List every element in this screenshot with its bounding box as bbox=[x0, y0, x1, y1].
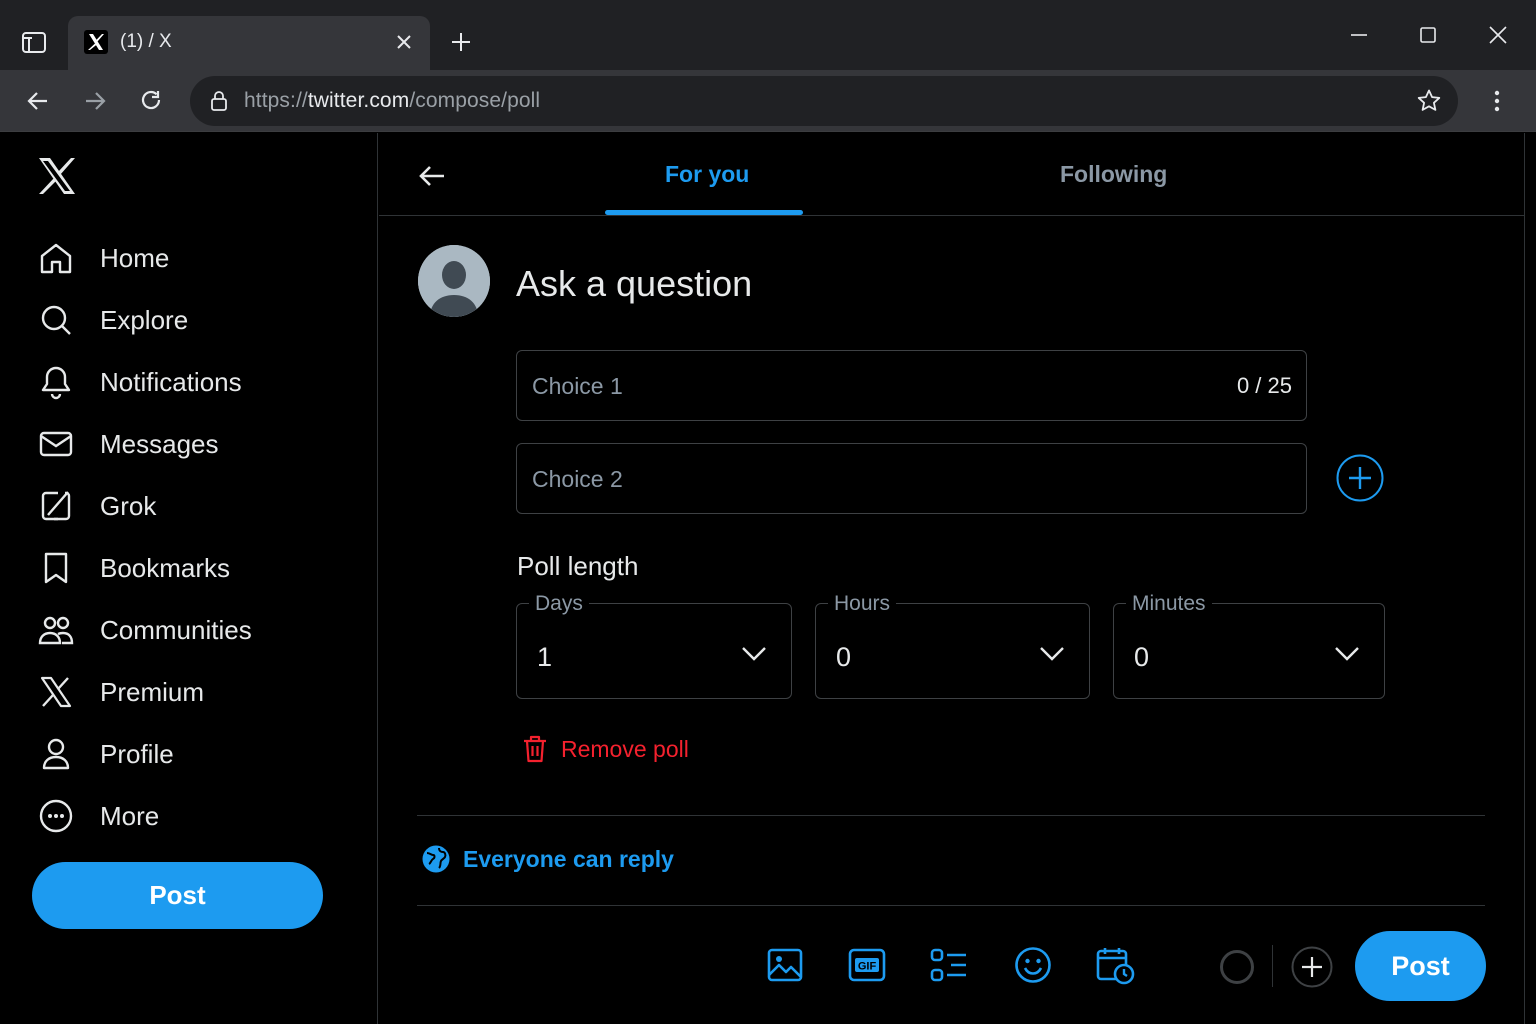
close-window-icon[interactable] bbox=[1488, 25, 1508, 45]
sidebar-item-label: More bbox=[100, 800, 160, 831]
address-bar[interactable]: https://twitter.com/compose/poll bbox=[190, 76, 1458, 126]
remove-poll-button[interactable]: Remove poll bbox=[521, 734, 689, 764]
default-avatar-icon bbox=[418, 245, 490, 317]
sidebar-post-button[interactable]: Post bbox=[32, 862, 323, 929]
sidebar-item-notifications[interactable]: Notifications bbox=[36, 357, 242, 407]
reply-setting-button[interactable]: Everyone can reply bbox=[421, 844, 674, 874]
browser-titlebar: (1) / X bbox=[0, 0, 1536, 70]
browser-menu-icon[interactable] bbox=[1486, 88, 1508, 114]
main-column: For you Following Ask a question Choice … bbox=[379, 133, 1525, 1024]
sidebar-item-label: Profile bbox=[100, 738, 174, 769]
lock-icon[interactable] bbox=[210, 90, 228, 112]
globe-icon bbox=[422, 845, 450, 873]
choice-2-field[interactable]: Choice 2 bbox=[516, 443, 1307, 514]
sidebar-item-label: Bookmarks bbox=[100, 552, 231, 583]
forward-icon[interactable] bbox=[82, 88, 108, 114]
person-icon bbox=[36, 734, 76, 774]
minimize-icon[interactable] bbox=[1349, 25, 1369, 45]
new-tab-icon[interactable] bbox=[450, 31, 472, 53]
bell-icon bbox=[36, 362, 76, 402]
sidebar-item-communities[interactable]: Communities bbox=[36, 605, 252, 655]
sidebar-item-label: Explore bbox=[100, 304, 189, 335]
url-text: https://twitter.com/compose/poll bbox=[244, 89, 541, 112]
sidebar-item-explore[interactable]: Explore bbox=[36, 295, 188, 345]
x-icon bbox=[36, 672, 76, 712]
choice-1-field[interactable]: Choice 1 0 / 25 bbox=[516, 350, 1307, 421]
chevron-down-icon bbox=[1335, 647, 1359, 661]
sidebar-item-more[interactable]: More bbox=[36, 791, 159, 841]
home-icon bbox=[36, 238, 76, 278]
minutes-label: Minutes bbox=[1126, 592, 1212, 616]
sidebar-item-label: Premium bbox=[100, 676, 205, 707]
sidebar-item-bookmarks[interactable]: Bookmarks bbox=[36, 543, 230, 593]
schedule-icon[interactable] bbox=[1095, 945, 1135, 985]
people-icon bbox=[36, 610, 76, 650]
more-circle-icon bbox=[36, 796, 76, 836]
sidebar-item-label: Home bbox=[100, 242, 170, 273]
reload-icon[interactable] bbox=[138, 88, 164, 114]
character-counter: 0 / 25 bbox=[1236, 373, 1292, 398]
close-tab-icon[interactable] bbox=[394, 32, 414, 52]
divider bbox=[379, 215, 1525, 216]
tab-following[interactable]: Following bbox=[1060, 161, 1167, 188]
hours-label: Hours bbox=[828, 592, 897, 616]
sidebar-item-messages[interactable]: Messages bbox=[36, 419, 219, 469]
avatar[interactable] bbox=[418, 245, 490, 317]
sidebar-item-profile[interactable]: Profile bbox=[36, 729, 174, 779]
grok-icon bbox=[36, 486, 76, 526]
sidebar-item-home[interactable]: Home bbox=[36, 233, 169, 283]
tab-title: (1) / X bbox=[120, 31, 172, 52]
bookmark-icon bbox=[36, 548, 76, 588]
x-favicon-icon bbox=[84, 30, 108, 54]
back-icon[interactable] bbox=[25, 88, 51, 114]
x-logo-icon[interactable] bbox=[36, 155, 78, 197]
days-value: 1 bbox=[537, 642, 553, 672]
gif-icon[interactable]: GIF bbox=[847, 945, 887, 985]
poll-icon[interactable] bbox=[929, 945, 969, 985]
image-icon[interactable] bbox=[765, 945, 805, 985]
choice-2-placeholder: Choice 2 bbox=[532, 466, 623, 492]
divider bbox=[417, 815, 1485, 816]
emoji-icon[interactable] bbox=[1013, 945, 1053, 985]
poll-question-input[interactable]: Ask a question bbox=[516, 263, 752, 305]
sidebar-item-grok[interactable]: Grok bbox=[36, 481, 156, 531]
character-progress-icon bbox=[1220, 950, 1254, 984]
tab-actions-icon[interactable] bbox=[20, 28, 48, 56]
chevron-down-icon bbox=[1040, 647, 1064, 661]
browser-toolbar: https://twitter.com/compose/poll bbox=[0, 70, 1536, 132]
sidebar: Home Explore Notifications Messages Grok… bbox=[0, 133, 378, 1024]
add-post-icon[interactable] bbox=[1291, 946, 1333, 988]
back-arrow-icon[interactable] bbox=[417, 161, 447, 191]
minutes-select[interactable]: Minutes 0 bbox=[1113, 592, 1385, 699]
sidebar-item-label: Communities bbox=[100, 614, 252, 645]
search-icon bbox=[36, 300, 76, 340]
sidebar-item-premium[interactable]: Premium bbox=[36, 667, 204, 717]
divider bbox=[1272, 945, 1273, 987]
hours-select[interactable]: Hours 0 bbox=[815, 592, 1090, 699]
bookmark-star-icon[interactable] bbox=[1416, 88, 1442, 114]
maximize-icon[interactable] bbox=[1418, 25, 1438, 45]
reply-setting-label: Everyone can reply bbox=[463, 845, 674, 872]
sidebar-item-label: Messages bbox=[100, 428, 219, 459]
chevron-down-icon bbox=[742, 647, 766, 661]
poll-length-label: Poll length bbox=[517, 551, 639, 581]
sidebar-item-label: Grok bbox=[100, 490, 157, 521]
envelope-icon bbox=[36, 424, 76, 464]
days-label: Days bbox=[529, 592, 589, 616]
add-choice-icon[interactable] bbox=[1336, 454, 1384, 502]
minutes-value: 0 bbox=[1134, 642, 1150, 672]
remove-poll-label: Remove poll bbox=[561, 735, 689, 762]
hours-value: 0 bbox=[836, 642, 852, 672]
post-button[interactable]: Post bbox=[1355, 931, 1486, 1001]
trash-icon bbox=[524, 735, 546, 763]
tab-for-you[interactable]: For you bbox=[665, 161, 749, 188]
svg-text:GIF: GIF bbox=[858, 961, 877, 973]
browser-tab[interactable]: (1) / X bbox=[68, 16, 430, 70]
sidebar-item-label: Notifications bbox=[100, 366, 242, 397]
choice-1-placeholder: Choice 1 bbox=[532, 373, 623, 399]
days-select[interactable]: Days 1 bbox=[516, 592, 792, 699]
divider bbox=[417, 905, 1485, 906]
